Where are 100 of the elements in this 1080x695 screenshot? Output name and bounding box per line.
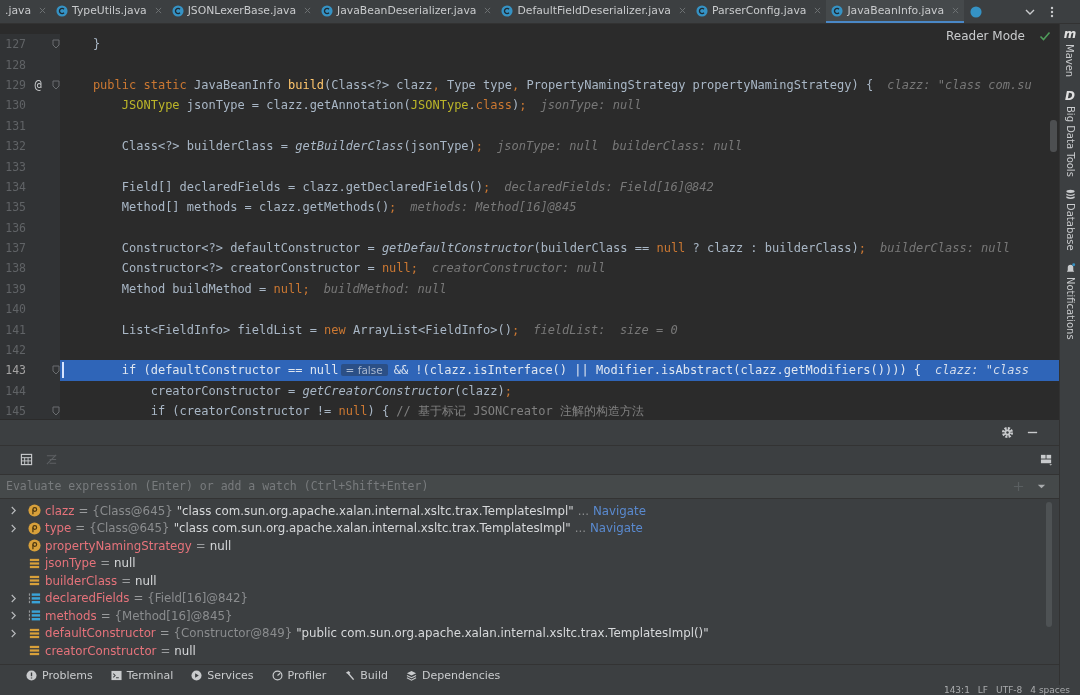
editor-tab[interactable]: JavaBeanInfo.java bbox=[826, 0, 965, 23]
inline-debug-value: jsonType: null bbox=[540, 98, 642, 113]
variable-name: builderClass bbox=[45, 573, 118, 588]
variable-row[interactable]: methods = {Method[16]@845} bbox=[0, 606, 1059, 625]
variable-value: null bbox=[174, 643, 196, 658]
code-text: Field[] declaredFields = clazz.getDeclaredFields(); bbox=[121, 179, 491, 194]
assign-sign: = bbox=[159, 626, 170, 641]
editor-tab[interactable]: JavaBeanDeserializer.java bbox=[316, 0, 497, 23]
close-icon[interactable] bbox=[39, 7, 47, 14]
fold-icon[interactable] bbox=[52, 79, 60, 90]
field-icon bbox=[28, 556, 41, 570]
parameter-icon bbox=[28, 539, 41, 553]
close-icon[interactable] bbox=[304, 7, 312, 14]
variable-row[interactable]: clazz = {Class@645} "class com.sun.org.apache.xalan.internal.xsltc.trax.TemplatesImpl" ... Navigate bbox=[0, 501, 1059, 520]
editor-tab[interactable]: TypeUtils.java bbox=[51, 0, 167, 23]
tool-window-button[interactable]: Services bbox=[191, 668, 254, 682]
status-item[interactable]: 4 spaces bbox=[1030, 685, 1070, 695]
list-icon[interactable] bbox=[45, 453, 58, 467]
code-text: && !(clazz.isInterface() || Modifier.isAbstract(clazz.getModifiers()))) { bbox=[393, 363, 922, 378]
variable-row[interactable]: declaredFields = {Field[16]@842} bbox=[0, 589, 1059, 607]
database-icon bbox=[1064, 189, 1076, 201]
assign-sign: = bbox=[133, 591, 144, 606]
play-icon bbox=[191, 669, 203, 681]
object-reference: {Constructor@849} bbox=[173, 626, 293, 641]
code-text: Method buildMethod = null; bbox=[121, 281, 310, 296]
code-text: Constructor<?> creatorConstructor = null; bbox=[121, 261, 418, 276]
variable-row[interactable]: builderClass = null bbox=[0, 571, 1059, 590]
fold-icon[interactable] bbox=[52, 406, 60, 417]
code-text: } bbox=[92, 37, 101, 52]
field-icon bbox=[28, 644, 41, 658]
parameter-icon bbox=[28, 504, 41, 518]
code-text: Class<?> builderClass = getBuilderClass(jsonType); bbox=[121, 139, 484, 154]
editor-tab[interactable]: DefaultFieldDeserializer.java bbox=[496, 0, 691, 23]
code-text: Method[] methods = clazz.getMethods(); bbox=[121, 200, 397, 215]
tool-window-button[interactable]: Dependencies bbox=[405, 668, 501, 682]
layers-icon bbox=[405, 669, 417, 681]
close-icon[interactable] bbox=[952, 7, 960, 14]
table-icon[interactable] bbox=[20, 453, 33, 467]
inline-debug-value: clazz: "class com.su bbox=[887, 77, 1032, 92]
variable-name: clazz bbox=[45, 503, 75, 518]
inline-debug-value: declaredFields: Field[16]@842 bbox=[504, 179, 714, 194]
editor-tab[interactable]: ParserConfig.java bbox=[690, 0, 827, 23]
inline-debug-value: clazz: "class bbox=[935, 363, 1029, 378]
status-item[interactable]: 143:1 bbox=[943, 685, 970, 695]
inline-debug-value: jsonType: null bbox=[497, 139, 599, 154]
editor-tab[interactable]: JSONLexerBase.java bbox=[166, 0, 317, 23]
reader-mode-link[interactable]: Reader Mode bbox=[946, 29, 1025, 43]
scrollbar-thumb[interactable] bbox=[1050, 120, 1057, 152]
tool-window-tab[interactable]: D Big Data Tools bbox=[1064, 89, 1076, 178]
variable-value: "class com.sun.org.apache.xalan.internal.xsltc.trax.TemplatesImpl" bbox=[173, 521, 571, 536]
tool-window-tab[interactable]: Database bbox=[1064, 189, 1076, 251]
variable-row[interactable]: propertyNamingStrategy = null bbox=[0, 536, 1059, 555]
override-marker[interactable]: @ bbox=[34, 77, 42, 92]
tool-window-button[interactable]: Build bbox=[344, 668, 388, 682]
object-reference: {Method[16]@845} bbox=[114, 608, 233, 623]
variable-name: methods bbox=[45, 608, 97, 623]
status-item[interactable]: UTF-8 bbox=[996, 685, 1023, 695]
variable-row[interactable]: type = {Class@645} "class com.sun.org.apache.xalan.internal.xsltc.trax.TemplatesImpl" ... Navigate bbox=[0, 519, 1059, 537]
inline-value-badge: = false bbox=[340, 364, 388, 377]
variable-name: creatorConstructor bbox=[45, 643, 157, 658]
variable-row[interactable]: defaultConstructor = {Constructor@849} "public com.sun.org.apache.xalan.internal.xsltc.trax.TemplatesImpl()" bbox=[0, 624, 1059, 642]
field-icon bbox=[28, 626, 41, 640]
close-icon[interactable] bbox=[154, 7, 162, 14]
assign-sign: = bbox=[75, 521, 86, 536]
close-icon[interactable] bbox=[484, 7, 492, 14]
check-icon bbox=[1039, 30, 1051, 42]
variable-row[interactable]: jsonType = null bbox=[0, 554, 1059, 572]
assign-sign: = bbox=[78, 503, 89, 518]
tool-window-tab[interactable]: Notifications bbox=[1064, 262, 1076, 340]
bell-icon bbox=[1064, 262, 1076, 274]
tool-window-button[interactable]: Profiler bbox=[271, 668, 327, 682]
close-icon[interactable] bbox=[678, 7, 686, 14]
inline-debug-value: creatorConstructor: null bbox=[432, 261, 606, 276]
layout-icon[interactable] bbox=[1040, 453, 1053, 467]
object-reference: {Class@645} bbox=[92, 503, 173, 518]
tool-window-button[interactable]: Problems bbox=[26, 668, 93, 682]
assign-sign: = bbox=[100, 556, 111, 571]
inline-debug-value: fieldList: size = 0 bbox=[533, 322, 678, 337]
fold-icon[interactable] bbox=[52, 39, 60, 50]
variable-name: type bbox=[45, 521, 72, 536]
code-text: if (defaultConstructor == null bbox=[121, 363, 339, 378]
fold-icon[interactable] bbox=[52, 365, 60, 376]
variable-value: "public com.sun.org.apache.xalan.internal.xsltc.trax.TemplatesImpl()" bbox=[296, 626, 709, 641]
inline-debug-value: builderClass: null bbox=[612, 139, 743, 154]
settings-icon[interactable] bbox=[1001, 425, 1014, 439]
status-item[interactable]: LF bbox=[977, 685, 989, 695]
tool-window-tab[interactable]: m Maven bbox=[1063, 27, 1077, 78]
variable-name: declaredFields bbox=[45, 591, 130, 606]
gauge-icon bbox=[271, 669, 283, 681]
close-icon[interactable] bbox=[814, 7, 822, 14]
tool-window-button[interactable]: Terminal bbox=[110, 668, 174, 682]
variable-name: defaultConstructor bbox=[45, 626, 156, 641]
code-text: Constructor<?> defaultConstructor = getDefaultConstructor(builderClass == null ? clazz : builderClass); bbox=[121, 241, 866, 256]
inline-debug-value: builderClass: null bbox=[879, 241, 1010, 256]
code-text: List<FieldInfo> fieldList = new ArrayList<FieldInfo>(); bbox=[121, 322, 520, 337]
variable-name: propertyNamingStrategy bbox=[45, 538, 192, 553]
editor-tab[interactable]: .java bbox=[0, 0, 52, 23]
variable-row[interactable]: creatorConstructor = null bbox=[0, 641, 1059, 660]
alert-icon bbox=[26, 669, 37, 681]
array-icon bbox=[28, 609, 41, 623]
